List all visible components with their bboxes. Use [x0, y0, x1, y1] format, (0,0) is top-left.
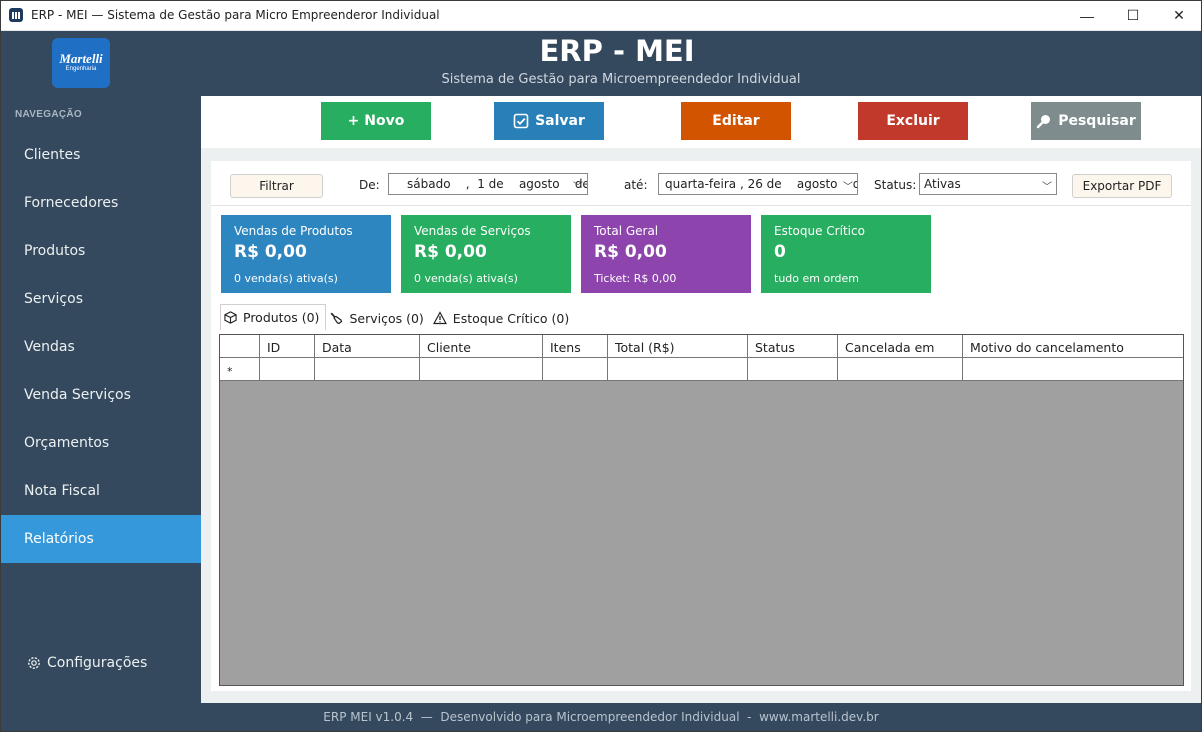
table-header: ID Data Cliente Itens Total (R$) Status … [220, 335, 1183, 358]
status-value: Ativas [924, 177, 961, 191]
from-date-value: sábado , 1 de agosto de [407, 177, 588, 191]
settings-link[interactable]: Configurações [26, 655, 147, 671]
from-label: De: [359, 178, 380, 192]
table-cell[interactable] [420, 358, 543, 380]
save-button[interactable]: Salvar [494, 102, 604, 140]
card-label: Total Geral [594, 224, 659, 238]
app-subtitle: Sistema de Gestão para Microempreendedor… [441, 72, 801, 87]
to-date-picker[interactable]: quarta-feira , 26 de agosto de ﹀ [658, 173, 858, 195]
new-button[interactable]: + Novo [321, 102, 431, 140]
column-header-id[interactable]: ID [260, 335, 315, 357]
sidebar-item-relatorios[interactable]: Relatórios [1, 515, 201, 563]
sidebar-item-orcamentos[interactable]: Orçamentos [1, 419, 201, 467]
tab-produtos[interactable]: Produtos (0) [220, 304, 327, 330]
window-title: ERP - MEI — Sistema de Gestão para Micro… [31, 8, 440, 22]
column-header-cliente[interactable]: Cliente [420, 335, 543, 357]
warning-icon [432, 311, 447, 325]
summary-cards: Vendas de Produtos R$ 0,00 0 venda(s) at… [211, 205, 1191, 303]
card-note: 0 venda(s) ativa(s) [414, 272, 518, 285]
table-cell[interactable] [748, 358, 838, 380]
table-new-row[interactable]: * [220, 358, 1183, 381]
window-titlebar: ERP - MEI — Sistema de Gestão para Micro… [0, 0, 1202, 31]
column-header-data[interactable]: Data [315, 335, 420, 357]
card-value: R$ 0,00 [234, 242, 307, 262]
tab-label: Estoque Crítico (0) [452, 310, 570, 326]
card-service-sales: Vendas de Serviços R$ 0,00 0 venda(s) at… [401, 215, 571, 293]
sidebar-item-vendas[interactable]: Vendas [1, 323, 201, 371]
search-icon [1037, 115, 1051, 129]
status-select[interactable]: Ativas ﹀ [919, 173, 1057, 195]
card-value: 0 [774, 242, 786, 262]
table-cell[interactable] [608, 358, 748, 380]
save-label: Salvar [535, 113, 585, 129]
sales-table[interactable]: ID Data Cliente Itens Total (R$) Status … [219, 334, 1184, 686]
action-toolbar: + Novo Salvar Editar Excluir Pesquisar [201, 96, 1201, 148]
sidebar-item-produtos[interactable]: Produtos [1, 227, 201, 275]
table-cell[interactable] [543, 358, 608, 380]
app-header: Martelli Engenharia ERP - MEI Sistema de… [1, 31, 1201, 96]
gear-icon [28, 657, 40, 669]
card-total: Total Geral R$ 0,00 Ticket: R$ 0,00 [581, 215, 751, 293]
filter-button[interactable]: Filtrar [230, 174, 323, 198]
row-header-cell [220, 335, 260, 357]
wrench-icon [331, 312, 343, 325]
app-title: ERP - MEI [539, 34, 695, 68]
new-row-marker: * [220, 358, 260, 380]
box-icon [224, 311, 237, 324]
minimize-button[interactable]: — [1064, 0, 1110, 31]
to-date-value: quarta-feira , 26 de agosto de [665, 177, 858, 191]
search-label: Pesquisar [1058, 113, 1136, 129]
search-button[interactable]: Pesquisar [1031, 102, 1141, 140]
chevron-down-icon: ﹀ [843, 182, 853, 193]
sidebar-item-nota-fiscal[interactable]: Nota Fiscal [1, 467, 201, 515]
table-cell[interactable] [315, 358, 420, 380]
sidebar-item-venda-servicos[interactable]: Venda Serviços [1, 371, 201, 419]
sidebar-item-fornecedores[interactable]: Fornecedores [1, 179, 201, 227]
card-label: Vendas de Serviços [414, 224, 531, 238]
chevron-down-icon: ﹀ [573, 182, 583, 193]
card-note: tudo em ordem [774, 272, 859, 285]
table-cell[interactable] [260, 358, 315, 380]
export-pdf-button[interactable]: Exportar PDF [1072, 174, 1172, 198]
sidebar: NAVEGAÇÃO Clientes Fornecedores Produtos… [1, 96, 201, 703]
table-cell[interactable] [963, 358, 1183, 380]
settings-label: Configurações [47, 655, 148, 671]
status-label: Status: [874, 178, 917, 192]
to-label: até: [624, 178, 648, 192]
chevron-down-icon: ﹀ [1042, 182, 1052, 193]
column-header-status[interactable]: Status [748, 335, 838, 357]
card-value: R$ 0,00 [414, 242, 487, 262]
sidebar-item-clientes[interactable]: Clientes [1, 131, 201, 179]
card-product-sales: Vendas de Produtos R$ 0,00 0 venda(s) at… [221, 215, 391, 293]
column-header-motivo[interactable]: Motivo do cancelamento [963, 335, 1183, 357]
card-critical-stock: Estoque Crítico 0 tudo em ordem [761, 215, 931, 293]
card-label: Estoque Crítico [774, 224, 865, 238]
filter-row: Filtrar De: sábado , 1 de agosto de ﹀ at… [211, 161, 1191, 205]
main-content: + Novo Salvar Editar Excluir Pesquisar F… [201, 96, 1201, 703]
maximize-button[interactable]: ☐ [1110, 0, 1156, 31]
tab-label: Produtos (0) [243, 310, 320, 325]
close-button[interactable]: ✕ [1156, 0, 1202, 31]
card-value: R$ 0,00 [594, 242, 667, 262]
tab-estoque-critico[interactable]: Estoque Crítico (0) [430, 306, 575, 330]
table-cell[interactable] [838, 358, 963, 380]
tab-servicos[interactable]: Serviços (0) [326, 306, 429, 330]
app-chart-icon [9, 8, 23, 22]
column-header-total[interactable]: Total (R$) [608, 335, 748, 357]
report-tabs: Produtos (0) Serviços (0) Estoque Crític… [220, 304, 575, 330]
report-panel: Filtrar De: sábado , 1 de agosto de ﹀ at… [211, 161, 1191, 691]
checkbox-icon [513, 113, 529, 129]
card-label: Vendas de Produtos [234, 224, 353, 238]
delete-button[interactable]: Excluir [858, 102, 968, 140]
from-date-picker[interactable]: sábado , 1 de agosto de ﹀ [388, 173, 588, 195]
card-note: 0 venda(s) ativa(s) [234, 272, 338, 285]
column-header-itens[interactable]: Itens [543, 335, 608, 357]
tab-label: Serviços (0) [349, 310, 424, 326]
footer: ERP MEI v1.0.4 — Desenvolvido para Micro… [1, 703, 1201, 732]
card-note: Ticket: R$ 0,00 [594, 272, 677, 285]
sidebar-item-servicos[interactable]: Serviços [1, 275, 201, 323]
edit-button[interactable]: Editar [681, 102, 791, 140]
nav-heading: NAVEGAÇÃO [15, 109, 82, 120]
column-header-cancelada-em[interactable]: Cancelada em [838, 335, 963, 357]
